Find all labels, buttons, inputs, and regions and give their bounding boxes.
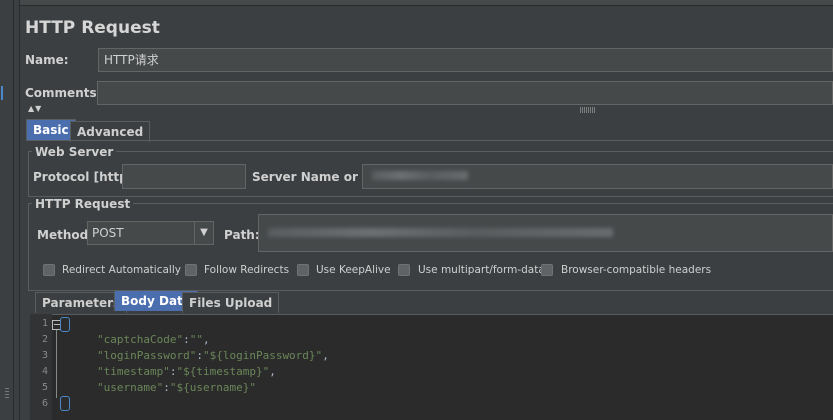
line-number: 6 — [41, 398, 48, 409]
json-key: "loginPassword" — [97, 349, 197, 362]
line-number: 5 — [41, 382, 48, 393]
json-colon: : — [196, 349, 203, 362]
tab-files-upload[interactable]: Files Upload — [182, 292, 280, 313]
follow-redirects-label: Follow Redirects — [204, 264, 290, 276]
server-name-redacted — [372, 171, 468, 180]
chevron-down-icon[interactable]: ▼ — [194, 222, 213, 244]
browser-compatible-headers-checkbox[interactable] — [541, 264, 553, 276]
web-server-title: Web Server — [32, 145, 117, 159]
follow-redirects-checkbox[interactable] — [185, 264, 197, 276]
server-name-label: Server Name or IP: — [252, 170, 381, 184]
use-multipart-checkbox[interactable] — [398, 264, 410, 276]
use-multipart-label: Use multipart/form-data — [418, 264, 545, 276]
open-brace-highlight — [60, 317, 70, 332]
json-comma: , — [202, 333, 210, 346]
code-line-2: "captchaCode":"", — [97, 333, 210, 346]
splitter-gutter[interactable] — [14, 0, 20, 420]
name-input[interactable]: HTTP请求 — [98, 48, 833, 72]
line-number: 4 — [41, 366, 48, 377]
tab-advanced[interactable]: Advanced — [70, 121, 151, 142]
line-number-gutter: 1 2 3 4 5 6 — [30, 314, 52, 420]
json-key: "captchaCode" — [97, 333, 184, 346]
path-redacted — [268, 228, 613, 237]
tab-basic[interactable]: Basic — [26, 119, 76, 140]
json-value: "${username}" — [169, 381, 256, 394]
json-colon: : — [163, 381, 170, 394]
method-select[interactable]: POST ▼ — [87, 221, 214, 245]
use-keepalive-label: Use KeepAlive — [316, 264, 391, 276]
fold-guide — [56, 330, 57, 398]
tab-strip-divider — [26, 140, 833, 141]
protocol-input[interactable] — [122, 164, 246, 189]
http-request-title: HTTP Request — [32, 197, 134, 211]
code-line-4: "timestamp":"${timestamp}", — [97, 365, 276, 378]
comments-label: Comments: — [25, 86, 102, 100]
redirect-automatically-label: Redirect Automatically — [62, 264, 181, 276]
browser-compatible-headers-label: Browser-compatible headers — [561, 264, 712, 276]
line-number: 1 — [41, 318, 48, 329]
json-value: "" — [189, 333, 203, 346]
method-value: POST — [92, 226, 124, 240]
collapse-arrows-icon[interactable]: ▲▼ — [28, 104, 42, 113]
splitter-handle-icon[interactable] — [580, 107, 596, 113]
json-comma: , — [322, 349, 329, 362]
line-number: 3 — [41, 350, 48, 361]
name-label: Name: — [25, 53, 69, 67]
window-top-strip — [0, 0, 833, 6]
json-comma: , — [269, 365, 276, 378]
tree-panel-edge — [0, 0, 14, 420]
json-value: "${loginPassword}" — [202, 349, 323, 362]
comments-input[interactable] — [97, 81, 833, 105]
code-line-5: "username":"${username}" — [97, 381, 256, 394]
close-brace-highlight — [60, 396, 70, 411]
use-keepalive-checkbox[interactable] — [297, 264, 309, 276]
splitter-grip-icon[interactable] — [5, 388, 9, 400]
json-key: "username" — [97, 381, 164, 394]
page-title: HTTP Request — [25, 18, 160, 38]
line-number: 2 — [41, 334, 48, 345]
path-label: Path: — [224, 228, 260, 242]
code-line-3: "loginPassword":"${loginPassword}", — [97, 349, 329, 362]
method-label: Method: — [37, 228, 93, 242]
json-value: "${timestamp}" — [176, 365, 270, 378]
redirect-automatically-checkbox[interactable] — [43, 264, 55, 276]
json-key: "timestamp" — [97, 365, 170, 378]
json-colon: : — [183, 333, 190, 346]
tree-selection-marker — [1, 86, 3, 100]
